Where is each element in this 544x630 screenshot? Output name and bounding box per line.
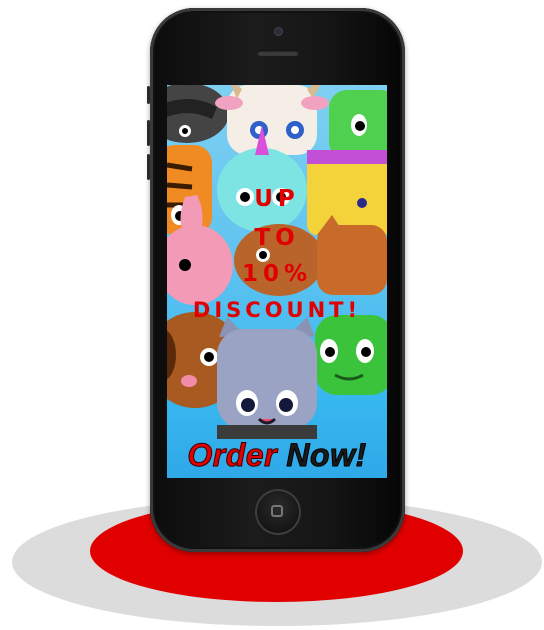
green-dragon-pet: [329, 90, 387, 160]
promo-line-percent: 10%: [241, 261, 313, 287]
promo-line-to: TO: [254, 225, 300, 251]
volume-up-button: [147, 120, 150, 146]
mute-switch: [147, 86, 150, 104]
grey-cat-pet: [217, 317, 317, 439]
home-button-icon: [271, 505, 283, 517]
volume-down-button: [147, 154, 150, 180]
goat-pet: [215, 85, 329, 155]
front-camera-icon: [275, 28, 282, 35]
earpiece-speaker-icon: [257, 50, 299, 56]
raccoon-pet: [167, 85, 229, 143]
home-button[interactable]: [255, 489, 301, 535]
order-now-button[interactable]: Order Now!: [167, 437, 387, 474]
green-dinosaur-pet: [315, 315, 387, 395]
cta-now-text: Now!: [286, 437, 367, 474]
phone-screen: UP TO 10% DISCOUNT! Order Now!: [167, 85, 387, 478]
cta-order-text: Order: [187, 437, 278, 474]
promo-line-up: UP: [254, 186, 300, 212]
promo-graphic: UP TO 10% DISCOUNT! Order Now!: [0, 0, 544, 630]
promo-line-discount: DISCOUNT!: [192, 298, 362, 322]
